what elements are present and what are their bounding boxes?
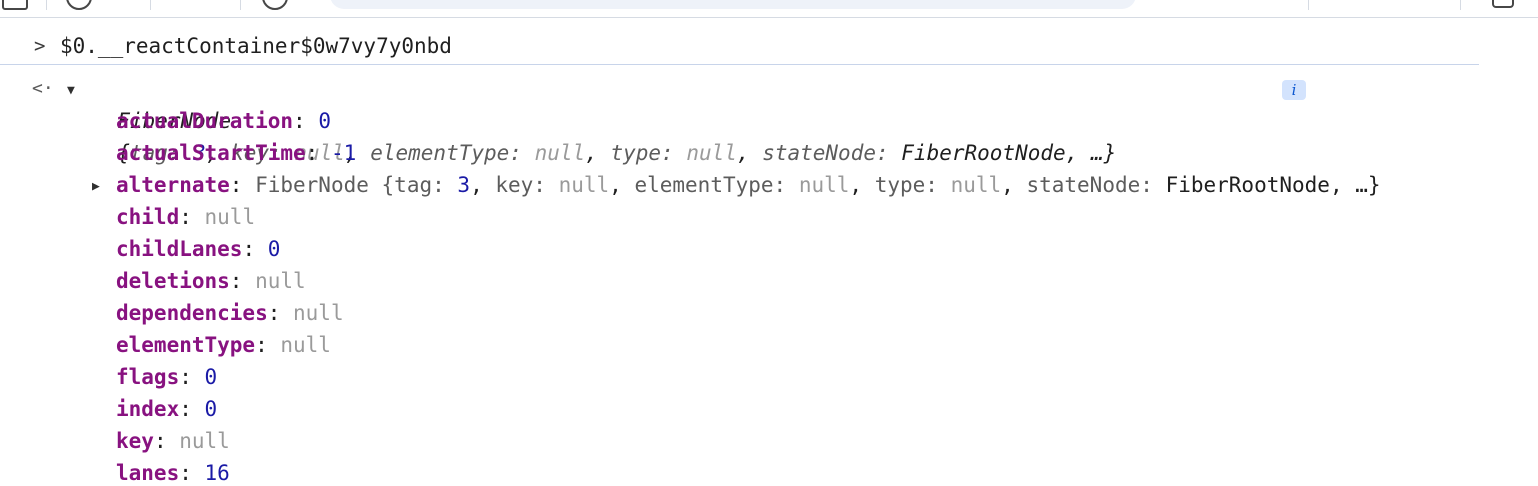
property-row: actualDuration: 0	[116, 105, 331, 137]
info-badge-icon[interactable]: i	[1282, 80, 1306, 100]
expand-triangle-icon[interactable]: ▶	[92, 171, 106, 203]
property-value-part: null	[950, 173, 1002, 197]
property-name: flags	[116, 365, 180, 389]
summary-value: null	[534, 141, 586, 165]
property-name: elementType	[116, 333, 256, 357]
property-colon: :	[242, 237, 268, 261]
sidebar-icon[interactable]	[2, 0, 28, 10]
property-name: lanes	[116, 461, 180, 485]
summary-value: FiberRootNode	[901, 141, 1066, 165]
summary-key: type:	[610, 141, 687, 165]
property-name: actualDuration	[116, 109, 294, 133]
property-name: child	[116, 205, 180, 229]
property-name: key	[116, 429, 154, 453]
property-value: -1	[330, 141, 357, 165]
property-row[interactable]: alternate: FiberNode {tag: 3, key: null,…	[116, 169, 1381, 201]
property-value: null	[280, 333, 331, 357]
property-row: key: null	[116, 425, 230, 457]
summary-separator: ,	[736, 141, 763, 165]
property-value-part: elementType	[634, 173, 774, 197]
property-row: childLanes: 0	[116, 233, 280, 265]
property-value-part: , …}	[1329, 173, 1381, 197]
property-value-part: key	[495, 173, 534, 197]
summary-key: elementType:	[370, 141, 535, 165]
property-value-part: :	[925, 173, 951, 197]
property-row: lanes: 16	[116, 457, 230, 486]
property-colon: :	[229, 269, 256, 293]
property-colon: :	[255, 333, 281, 357]
object-ellipsis: …}	[1090, 141, 1117, 165]
context-icon[interactable]	[262, 0, 288, 10]
property-name: dependencies	[116, 301, 268, 325]
property-value-part: null	[558, 173, 610, 197]
property-colon: :	[179, 365, 205, 389]
property-name: deletions	[116, 269, 230, 293]
property-value: FiberNode {tag: 3, key: null, elementTyp…	[255, 173, 1380, 197]
prompt-chevron-icon: >	[34, 35, 46, 57]
property-row: dependencies: null	[116, 297, 344, 329]
property-name: index	[116, 397, 180, 421]
property-colon: :	[179, 397, 205, 421]
summary-value: null	[686, 141, 737, 165]
filter-input[interactable]	[330, 0, 1136, 9]
summary-separator: ,	[1065, 141, 1091, 165]
property-colon: :	[153, 429, 180, 453]
property-value: 16	[204, 461, 230, 485]
toolbar-divider	[1308, 0, 1309, 10]
expand-triangle-icon[interactable]: ▼	[67, 75, 81, 107]
settings-icon[interactable]	[1492, 0, 1514, 8]
property-value: 0	[204, 365, 218, 389]
property-colon: :	[179, 461, 205, 485]
property-row: child: null	[116, 201, 255, 233]
toolbar-divider	[150, 0, 151, 10]
property-value-part: ,	[849, 173, 875, 197]
property-value-part: ,	[1001, 173, 1027, 197]
clear-console-icon[interactable]	[66, 0, 92, 10]
toolbar-divider	[46, 0, 47, 10]
summary-key: stateNode:	[762, 141, 902, 165]
property-value-part: stateNode	[1026, 173, 1141, 197]
property-value-part: FiberRootNode	[1165, 173, 1330, 197]
property-value-part: ,	[470, 173, 496, 197]
property-value: null	[255, 269, 306, 293]
property-value-part: :	[773, 173, 799, 197]
property-value-part: tag	[394, 173, 433, 197]
property-value: null	[293, 301, 344, 325]
property-value-part: FiberNode {	[255, 173, 395, 197]
property-value: 0	[318, 109, 331, 133]
property-name: alternate	[116, 173, 230, 197]
property-value-part: :	[1140, 173, 1166, 197]
property-colon: :	[229, 173, 256, 197]
console-input-expression[interactable]: $0.__reactContainer$0w7vy7y0nbd	[60, 30, 452, 62]
property-row: actualStartTime: -1	[116, 137, 356, 169]
toolbar-divider	[240, 0, 241, 10]
property-name: childLanes	[116, 237, 243, 261]
property-row: index: 0	[116, 393, 217, 425]
property-value: 0	[267, 237, 281, 261]
property-colon: :	[179, 205, 205, 229]
property-row: flags: 0	[116, 361, 217, 393]
property-value-part: 3	[457, 173, 471, 197]
property-value: null	[204, 205, 256, 229]
summary-separator: ,	[585, 141, 611, 165]
property-name: actualStartTime	[116, 141, 306, 165]
property-value: null	[179, 429, 230, 453]
property-value-part: :	[533, 173, 559, 197]
toolbar-divider	[1460, 0, 1461, 10]
property-value: 0	[204, 397, 218, 421]
property-value-part: ,	[609, 173, 635, 197]
property-colon: :	[305, 141, 331, 165]
property-row: deletions: null	[116, 265, 306, 297]
property-value-part: :	[432, 173, 458, 197]
console-toolbar	[0, 0, 1538, 18]
result-arrow-icon: <·	[32, 78, 54, 99]
property-colon: :	[293, 109, 319, 133]
property-row: elementType: null	[116, 329, 331, 361]
property-value-part: null	[798, 173, 850, 197]
object-summary[interactable]: FiberNode {tag: 3, key: null, elementTyp…	[92, 73, 1116, 165]
property-value-part: type	[874, 173, 926, 197]
property-colon: :	[267, 301, 294, 325]
